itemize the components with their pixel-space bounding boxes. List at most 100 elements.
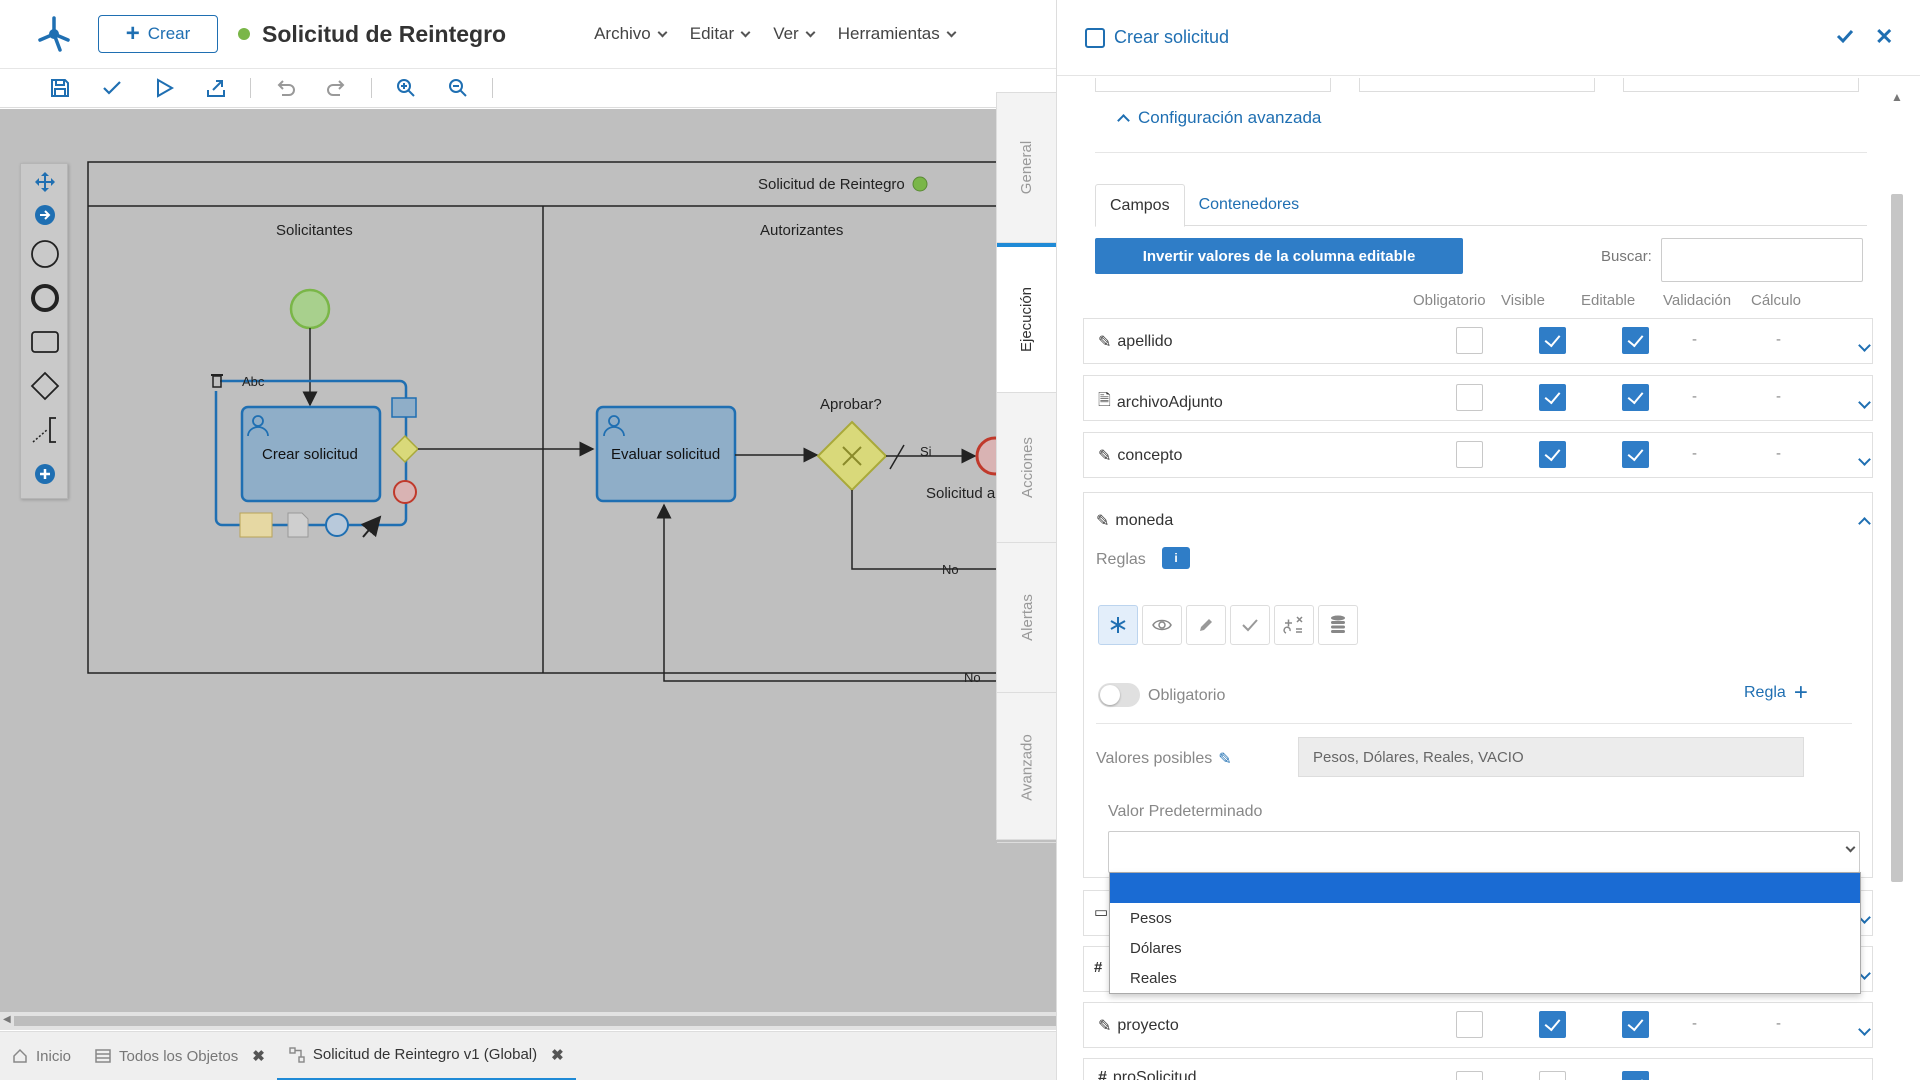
visible-checkbox[interactable] <box>1539 384 1566 411</box>
vertical-scrollbar[interactable]: ▲ <box>1887 90 1905 1080</box>
scrollbar-thumb[interactable] <box>14 1016 1056 1026</box>
field-row-archivoadjunto[interactable]: 🗎 archivoAdjunto - - <box>1083 375 1873 421</box>
pool[interactable] <box>87 161 1056 674</box>
validate-button[interactable] <box>86 70 138 106</box>
start-event-tool[interactable] <box>21 234 69 274</box>
field-row-apellido[interactable]: ✎ apellido - - <box>1083 318 1873 364</box>
pad-task-icon[interactable] <box>391 397 417 418</box>
chevron-down-icon[interactable] <box>1858 396 1871 409</box>
database-icon <box>1331 615 1345 633</box>
col-visible: Visible <box>1501 292 1545 309</box>
gateway-tool[interactable] <box>21 366 69 406</box>
obligatorio-checkbox[interactable] <box>1456 1071 1483 1080</box>
horizontal-scrollbar[interactable]: ◀ <box>0 1012 1056 1030</box>
editable-checkbox[interactable] <box>1622 441 1649 468</box>
side-tab-ejecucion[interactable]: Ejecución <box>997 243 1057 393</box>
pad-data-object-icon[interactable] <box>287 512 309 538</box>
dropdown-option-reales[interactable]: Reales <box>1110 963 1860 993</box>
dropdown-option-pesos[interactable]: Pesos <box>1110 903 1860 933</box>
chevron-down-icon[interactable] <box>1858 1023 1871 1036</box>
obligatorio-checkbox[interactable] <box>1456 441 1483 468</box>
rule-visible-button[interactable] <box>1142 605 1182 645</box>
rule-required-button[interactable] <box>1098 605 1138 645</box>
create-button[interactable]: + Crear <box>98 15 218 53</box>
invert-editable-button[interactable]: Invertir valores de la columna editable <box>1095 238 1463 274</box>
task-crear-solicitud-label: Crear solicitud <box>262 446 358 463</box>
visible-checkbox[interactable] <box>1539 1071 1566 1080</box>
editable-checkbox[interactable] <box>1622 1011 1649 1038</box>
chevron-down-icon[interactable] <box>1858 339 1871 352</box>
zoom-in-button[interactable] <box>380 70 432 106</box>
export-button[interactable] <box>190 70 242 106</box>
scrollbar-thumb[interactable] <box>1891 194 1903 882</box>
rule-calculation-button[interactable] <box>1274 605 1314 645</box>
obligatorio-checkbox[interactable] <box>1456 327 1483 354</box>
menu-archivo[interactable]: Archivo <box>594 24 668 44</box>
task-tool[interactable] <box>21 322 69 362</box>
chevron-down-icon[interactable] <box>1858 453 1871 466</box>
side-tab-general[interactable]: General <box>997 93 1057 243</box>
default-value-select[interactable] <box>1108 831 1860 873</box>
tab-campos[interactable]: Campos <box>1095 184 1185 227</box>
info-icon[interactable]: i <box>1162 547 1190 569</box>
more-tools[interactable] <box>21 454 69 494</box>
chevron-up-icon[interactable] <box>1858 517 1871 530</box>
obligatorio-checkbox[interactable] <box>1456 384 1483 411</box>
obligatorio-toggle[interactable] <box>1098 683 1140 707</box>
scroll-up-icon[interactable]: ▲ <box>1891 90 1903 104</box>
undo-button[interactable] <box>259 70 311 106</box>
diagram-canvas[interactable]: Solicitud de Reintegro Solicitantes Auto… <box>0 109 1056 1030</box>
tab-todos-los-objetos[interactable]: Todos los Objetos ✖ <box>83 1032 277 1080</box>
edit-values-icon[interactable]: ✎ <box>1218 749 1231 769</box>
redo-button[interactable] <box>311 70 363 106</box>
end-event-tool[interactable] <box>21 278 69 318</box>
editable-checkbox[interactable] <box>1622 384 1649 411</box>
dropdown-option-dolares[interactable]: Dólares <box>1110 933 1860 963</box>
confirm-check-icon[interactable] <box>1835 26 1855 46</box>
editable-checkbox[interactable] <box>1622 327 1649 354</box>
run-button[interactable] <box>138 70 190 106</box>
visible-checkbox[interactable] <box>1539 441 1566 468</box>
zoom-out-button[interactable] <box>432 70 484 106</box>
menu-herramientas[interactable]: Herramientas <box>838 24 957 44</box>
validacion-value: - <box>1692 445 1697 462</box>
side-tab-acciones[interactable]: Acciones <box>997 393 1057 543</box>
field-row-concepto[interactable]: ✎ concepto - - <box>1083 432 1873 478</box>
pad-end-event-icon[interactable] <box>393 480 417 504</box>
close-tab-icon[interactable]: ✖ <box>252 1047 265 1065</box>
pad-annotation-icon[interactable] <box>239 512 273 538</box>
side-tab-alertas[interactable]: Alertas <box>997 543 1057 693</box>
rule-validation-button[interactable] <box>1230 605 1270 645</box>
visible-checkbox[interactable] <box>1539 1011 1566 1038</box>
save-button[interactable] <box>34 70 86 106</box>
tab-solicitud-de-reintegro[interactable]: Solicitud de Reintegro v1 (Global) ✖ <box>276 1032 576 1080</box>
pad-intermediate-event-icon[interactable] <box>325 513 349 537</box>
editable-checkbox[interactable] <box>1622 1071 1649 1080</box>
menu-ver[interactable]: Ver <box>773 24 816 44</box>
visible-checkbox[interactable] <box>1539 327 1566 354</box>
add-rule-button[interactable]: Regla + <box>1744 681 1808 705</box>
app-logo-icon[interactable] <box>34 14 74 54</box>
close-icon[interactable]: ✕ <box>1875 24 1893 50</box>
side-tab-avanzado[interactable]: Avanzado <box>997 693 1057 843</box>
rule-data-source-button[interactable] <box>1318 605 1358 645</box>
advanced-config-toggle[interactable]: Configuración avanzada <box>1117 108 1321 128</box>
task-type-icon <box>1085 27 1105 48</box>
close-tab-icon[interactable]: ✖ <box>551 1046 564 1064</box>
annotation-tool[interactable] <box>21 410 69 450</box>
obligatorio-checkbox[interactable] <box>1456 1011 1483 1038</box>
rule-editable-button[interactable] <box>1186 605 1226 645</box>
search-input[interactable] <box>1661 238 1863 282</box>
move-tool[interactable] <box>21 166 69 198</box>
scroll-left-icon[interactable]: ◀ <box>3 1014 11 1025</box>
tab-inicio[interactable]: Inicio <box>0 1032 83 1080</box>
edit-icon: ✎ <box>1096 513 1110 530</box>
tab-contenedores[interactable]: Contenedores <box>1185 184 1314 226</box>
field-row-prosolicitud[interactable]: # proSolicitud <box>1083 1058 1873 1080</box>
dropdown-option-empty[interactable] <box>1110 873 1860 903</box>
check-icon <box>103 81 121 95</box>
menu-editar[interactable]: Editar <box>690 24 751 44</box>
flow-tool[interactable] <box>21 198 69 232</box>
start-event[interactable] <box>289 288 331 330</box>
field-row-proyecto[interactable]: ✎ proyecto - - <box>1083 1002 1873 1048</box>
